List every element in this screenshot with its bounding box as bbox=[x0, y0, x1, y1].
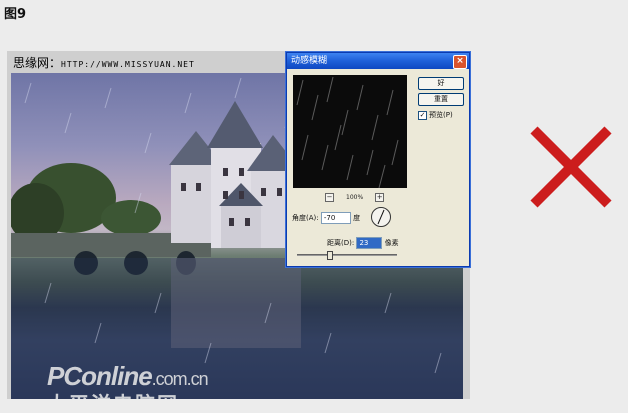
zoom-out-button[interactable]: − bbox=[325, 193, 334, 202]
angle-label: 角度(A): bbox=[292, 214, 319, 222]
rain-preview-illustration bbox=[296, 76, 399, 188]
angle-row: 角度(A): -70 度 bbox=[292, 212, 360, 224]
angle-input[interactable]: -70 bbox=[320, 212, 351, 224]
zoom-in-button[interactable]: + bbox=[375, 193, 385, 202]
angle-dial-needle-icon bbox=[377, 209, 385, 225]
distance-row: 距离(D): 23 像素 bbox=[327, 237, 399, 249]
missyuan-cn: 思缘网： bbox=[13, 56, 62, 70]
pconline-watermark: PConline.com.cn 太平洋电脑网 bbox=[47, 361, 209, 399]
dialog-title: 动感模糊 bbox=[291, 56, 328, 66]
reset-button[interactable]: 重置 bbox=[418, 93, 464, 106]
preview-label: 预览(P) bbox=[429, 111, 453, 119]
figure-label: 图9 bbox=[4, 7, 27, 22]
distance-label: 距离(D): bbox=[327, 239, 355, 247]
pconline-brand: PConline bbox=[47, 361, 153, 391]
blur-preview-pane[interactable] bbox=[293, 75, 407, 188]
distance-input[interactable]: 23 bbox=[356, 237, 383, 249]
pconline-domain: .com.cn bbox=[151, 369, 209, 389]
angle-unit: 度 bbox=[353, 214, 361, 222]
preview-checkbox-row[interactable]: ✓ 预览(P) bbox=[418, 110, 453, 120]
distance-unit: 像素 bbox=[384, 239, 399, 247]
close-button[interactable]: × bbox=[453, 55, 467, 69]
distance-slider-track[interactable] bbox=[297, 254, 397, 256]
ok-button[interactable]: 好 bbox=[418, 77, 464, 90]
distance-slider-thumb[interactable] bbox=[327, 251, 333, 260]
missyuan-url: HTTP://WWW.MISSYUAN.NET bbox=[61, 60, 195, 69]
zoom-controls: − 100% + bbox=[325, 193, 385, 202]
zoom-value: 100% bbox=[346, 194, 364, 201]
preview-checkbox[interactable]: ✓ bbox=[418, 110, 427, 120]
angle-dial[interactable] bbox=[371, 207, 391, 227]
red-cross-icon bbox=[530, 126, 612, 208]
motion-blur-dialog: 动感模糊 × − 100% + 好 重置 ✓预览(P) 角度(A): -70 度 bbox=[286, 52, 470, 267]
dialog-titlebar[interactable]: 动感模糊 × bbox=[287, 53, 469, 69]
missyuan-watermark: 思缘网：HTTP://WWW.MISSYUAN.NET bbox=[13, 54, 195, 71]
